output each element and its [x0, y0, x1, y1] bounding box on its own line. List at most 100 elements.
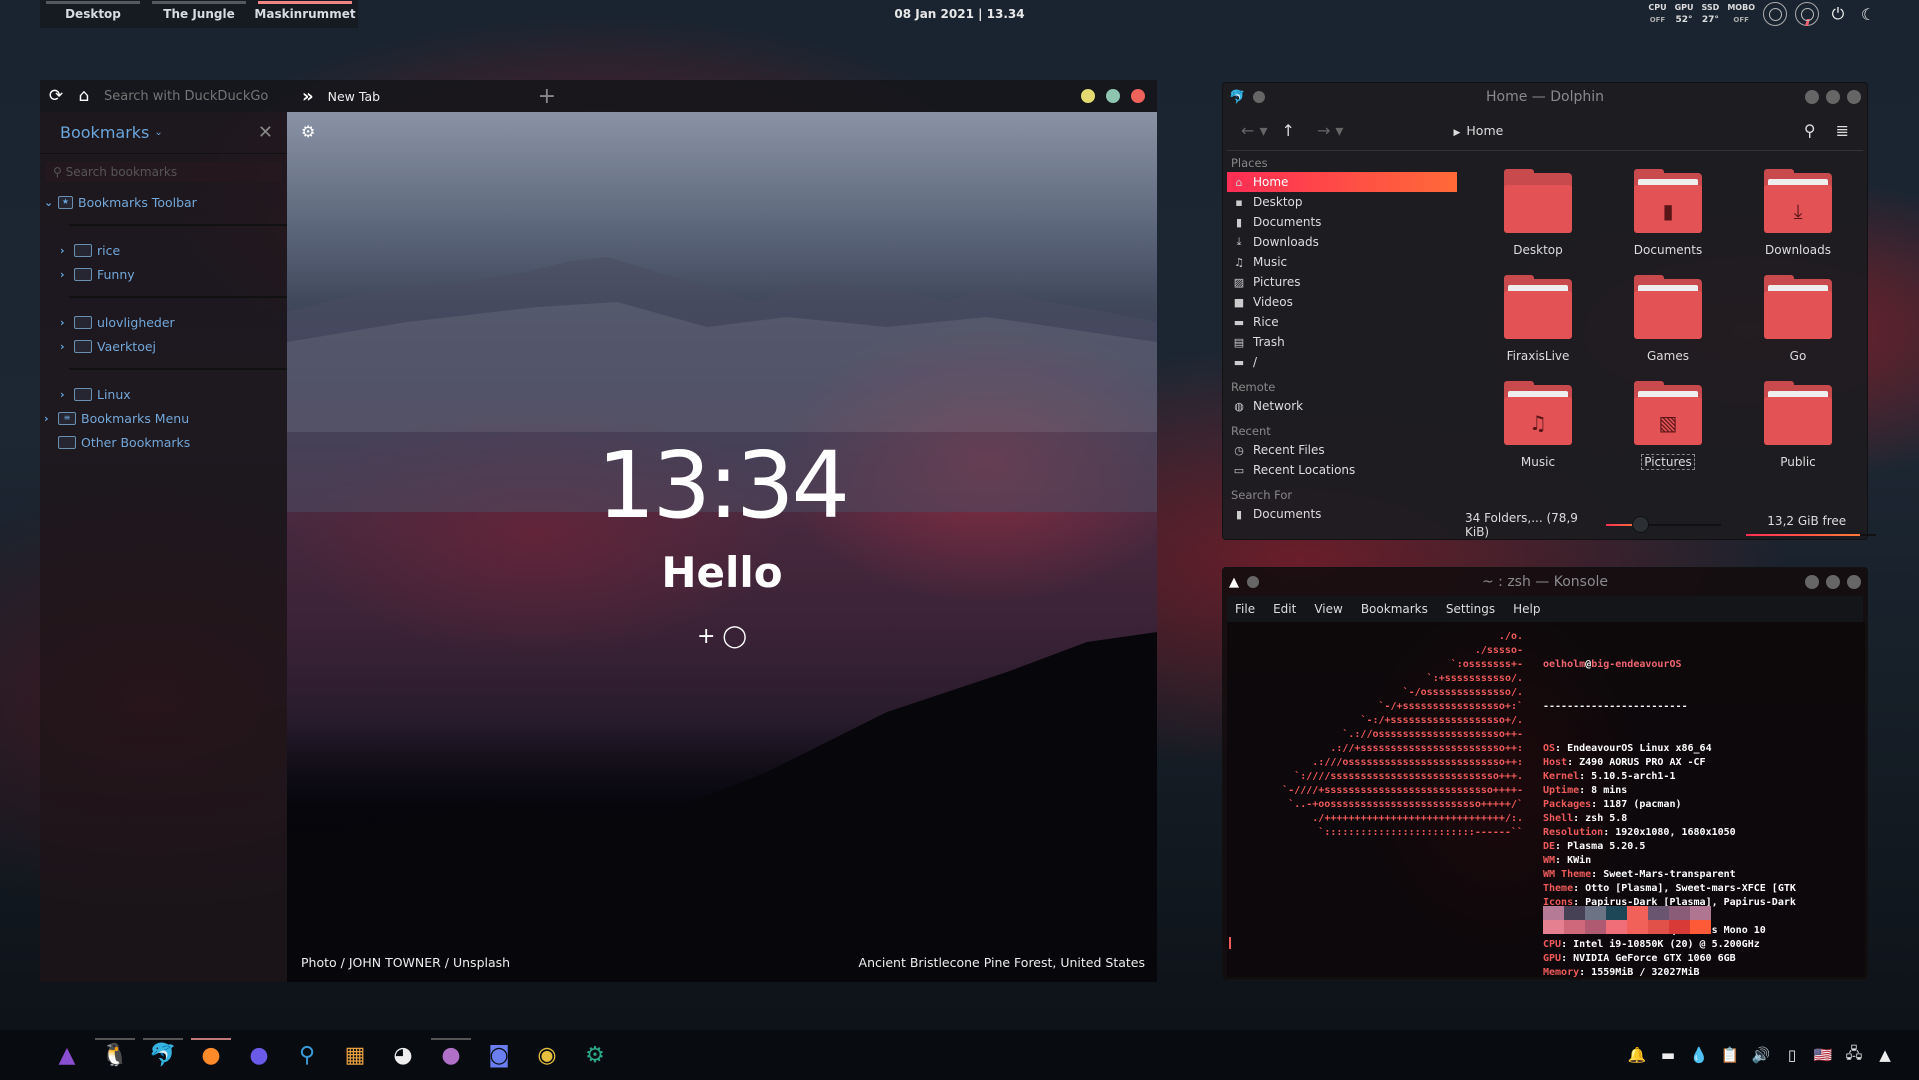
sidebar-title[interactable]: Bookmarks — [60, 123, 149, 142]
minimize-button[interactable] — [1805, 90, 1819, 104]
search-icon[interactable]: ⚲ — [1804, 121, 1816, 140]
place-music[interactable]: ♫ Music — [1227, 252, 1467, 272]
close-button[interactable] — [1847, 90, 1861, 104]
notifications-icon[interactable]: 🔔 — [1627, 1046, 1647, 1064]
taskbar-settings[interactable]: ⚙ — [571, 1030, 619, 1080]
menu-edit[interactable]: Edit — [1273, 602, 1296, 616]
back-arrow-icon[interactable]: ← ▾ — [1241, 121, 1268, 140]
photo-location[interactable]: Ancient Bristlecone Pine Forest, United … — [859, 955, 1145, 970]
panel-clock[interactable]: 08 Jan 2021 | 13.34 — [0, 0, 1919, 28]
reload-icon[interactable]: ⟳ — [42, 86, 70, 106]
folder-item[interactable]: Games — [1603, 271, 1733, 363]
breadcrumb-home[interactable]: Home — [1466, 123, 1503, 138]
close-button[interactable] — [1847, 575, 1861, 589]
taskbar-system-monitor[interactable]: ▦ — [331, 1030, 379, 1080]
place-network[interactable]: ◍ Network — [1227, 396, 1467, 416]
bookmark-folder[interactable]: › ulovligheder — [40, 310, 287, 334]
bookmark-folder[interactable]: › Funny — [40, 262, 287, 286]
free-space-indicator[interactable]: 13,2 GiB free — [1746, 514, 1877, 536]
volume-icon[interactable]: 🔊 — [1751, 1046, 1771, 1064]
taskbar-firefox[interactable]: ● — [187, 1030, 235, 1080]
bookmark-folder-toolbar[interactable]: ⌄ ★ Bookmarks Toolbar — [40, 190, 287, 214]
bookmark-folder[interactable]: › Vaerktoej — [40, 334, 287, 358]
place-documents[interactable]: ▮ Documents — [1227, 212, 1467, 232]
taskbar-discord[interactable]: ◙ — [475, 1030, 523, 1080]
place-desktop[interactable]: ▪ Desktop — [1227, 192, 1467, 212]
place-trash[interactable]: ▤ Trash — [1227, 332, 1467, 352]
taskbar-dolphin[interactable]: 🐬 — [139, 1030, 187, 1080]
pin-button[interactable] — [1247, 576, 1259, 588]
pin-button[interactable] — [1253, 91, 1266, 103]
folder-item[interactable]: ⤓ Downloads — [1733, 165, 1863, 257]
tab-new-tab[interactable]: New Tab — [328, 89, 538, 104]
konsole-titlebar[interactable]: ▲ ~ : zsh — Konsole — [1223, 568, 1867, 596]
folder-item[interactable]: FiraxisLive — [1473, 271, 1603, 363]
dolphin-titlebar[interactable]: 🐬 Home — Dolphin — [1223, 83, 1867, 111]
zoom-slider[interactable] — [1605, 516, 1722, 533]
clipboard-icon[interactable]: 📋 — [1720, 1046, 1740, 1064]
close-button[interactable] — [1131, 89, 1145, 103]
minimize-button[interactable] — [1805, 575, 1819, 589]
close-sidebar-icon[interactable]: ✕ — [258, 122, 273, 143]
chevron-right-icon[interactable]: › — [60, 244, 74, 257]
place-videos[interactable]: ■ Videos — [1227, 292, 1467, 312]
menu-settings[interactable]: Settings — [1446, 602, 1495, 616]
network-icon[interactable]: 🖧 — [1844, 1043, 1864, 1068]
taskbar-app-launcher[interactable]: ▲ — [43, 1030, 91, 1080]
gpu-gauge-icon[interactable] — [1795, 2, 1819, 26]
zoom-slider-handle[interactable] — [1632, 516, 1650, 533]
power-icon[interactable]: ⏻ — [1827, 4, 1849, 24]
taskbar-mining-app[interactable]: ◉ — [523, 1030, 571, 1080]
bookmark-folder[interactable]: › rice — [40, 238, 287, 262]
chevron-down-icon[interactable]: ⌄ — [44, 196, 58, 209]
url-input[interactable] — [104, 88, 284, 104]
keyboard-layout-flag-icon[interactable]: 🇺🇸 — [1813, 1046, 1833, 1064]
bookmark-folder-other[interactable]: Other Bookmarks — [40, 430, 287, 454]
place-recent-locations[interactable]: ▭ Recent Locations — [1227, 460, 1467, 480]
place-pictures[interactable]: ▨ Pictures — [1227, 272, 1467, 292]
chat-icon[interactable]: ▬ — [1658, 1046, 1678, 1064]
bookmarks-search-input[interactable]: ⚲ Search bookmarks — [45, 162, 282, 182]
folder-item[interactable]: Desktop — [1473, 165, 1603, 257]
taskbar-firefox-nightly[interactable]: ● — [235, 1030, 283, 1080]
chevron-right-icon[interactable]: › — [60, 340, 74, 353]
folder-item[interactable]: ♫ Music — [1473, 377, 1603, 469]
hamburger-menu-icon[interactable]: ≣ — [1836, 121, 1849, 140]
folder-item[interactable]: ▮ Documents — [1603, 165, 1733, 257]
menu-bookmarks[interactable]: Bookmarks — [1361, 602, 1428, 616]
chevron-right-icon[interactable]: › — [60, 316, 74, 329]
folder-item[interactable]: ▧ Pictures — [1603, 377, 1733, 470]
konsole-app-icon[interactable]: ▲ — [1229, 575, 1239, 590]
taskbar-tux[interactable]: 🐧 — [91, 1030, 139, 1080]
chevron-right-icon[interactable]: › — [60, 268, 74, 281]
chevron-right-icon[interactable]: › — [60, 388, 74, 401]
sleep-icon[interactable]: ☾ — [1857, 5, 1879, 24]
maximize-button[interactable] — [1826, 575, 1840, 589]
chevron-down-icon[interactable]: ⌄ — [154, 127, 162, 138]
usb-device-icon[interactable]: ▯ — [1782, 1046, 1802, 1064]
forward-arrow-icon[interactable]: → ▾ — [1317, 121, 1344, 140]
taskbar-steam[interactable]: ⚲ — [283, 1030, 331, 1080]
home-icon[interactable]: ⌂ — [70, 86, 98, 106]
dolphin-app-icon[interactable]: 🐬 — [1229, 90, 1245, 105]
place-recent-files[interactable]: ◷ Recent Files — [1227, 440, 1467, 460]
cpu-gauge-icon[interactable] — [1763, 2, 1787, 26]
new-tab-button[interactable]: + — [538, 84, 556, 109]
bookmark-folder[interactable]: › Linux — [40, 382, 287, 406]
overflow-chevron-icon[interactable]: » — [302, 86, 314, 107]
breadcrumb[interactable]: ▶ Home — [1453, 123, 1503, 138]
taskbar-pidgin[interactable]: ● — [427, 1030, 475, 1080]
bookmark-folder-menu[interactable]: › ≡ Bookmarks Menu — [40, 406, 287, 430]
terminal-area[interactable]: ./o. ./sssso- `:osssssss+- `:+ssssssssss… — [1227, 622, 1865, 978]
menu-file[interactable]: File — [1235, 602, 1255, 616]
menu-view[interactable]: View — [1314, 602, 1342, 616]
place-root[interactable]: ▬ / — [1227, 352, 1467, 372]
place-rice[interactable]: ▬ Rice — [1227, 312, 1467, 332]
todo-controls[interactable]: + ◯ — [287, 624, 1157, 649]
place-downloads[interactable]: ⤓ Downloads — [1227, 232, 1467, 252]
maximize-button[interactable] — [1826, 90, 1840, 104]
night-color-icon[interactable]: 💧 — [1689, 1046, 1709, 1064]
maximize-button[interactable] — [1106, 89, 1120, 103]
menu-help[interactable]: Help — [1513, 602, 1540, 616]
settings-gear-icon[interactable]: ⚙ — [301, 122, 315, 141]
